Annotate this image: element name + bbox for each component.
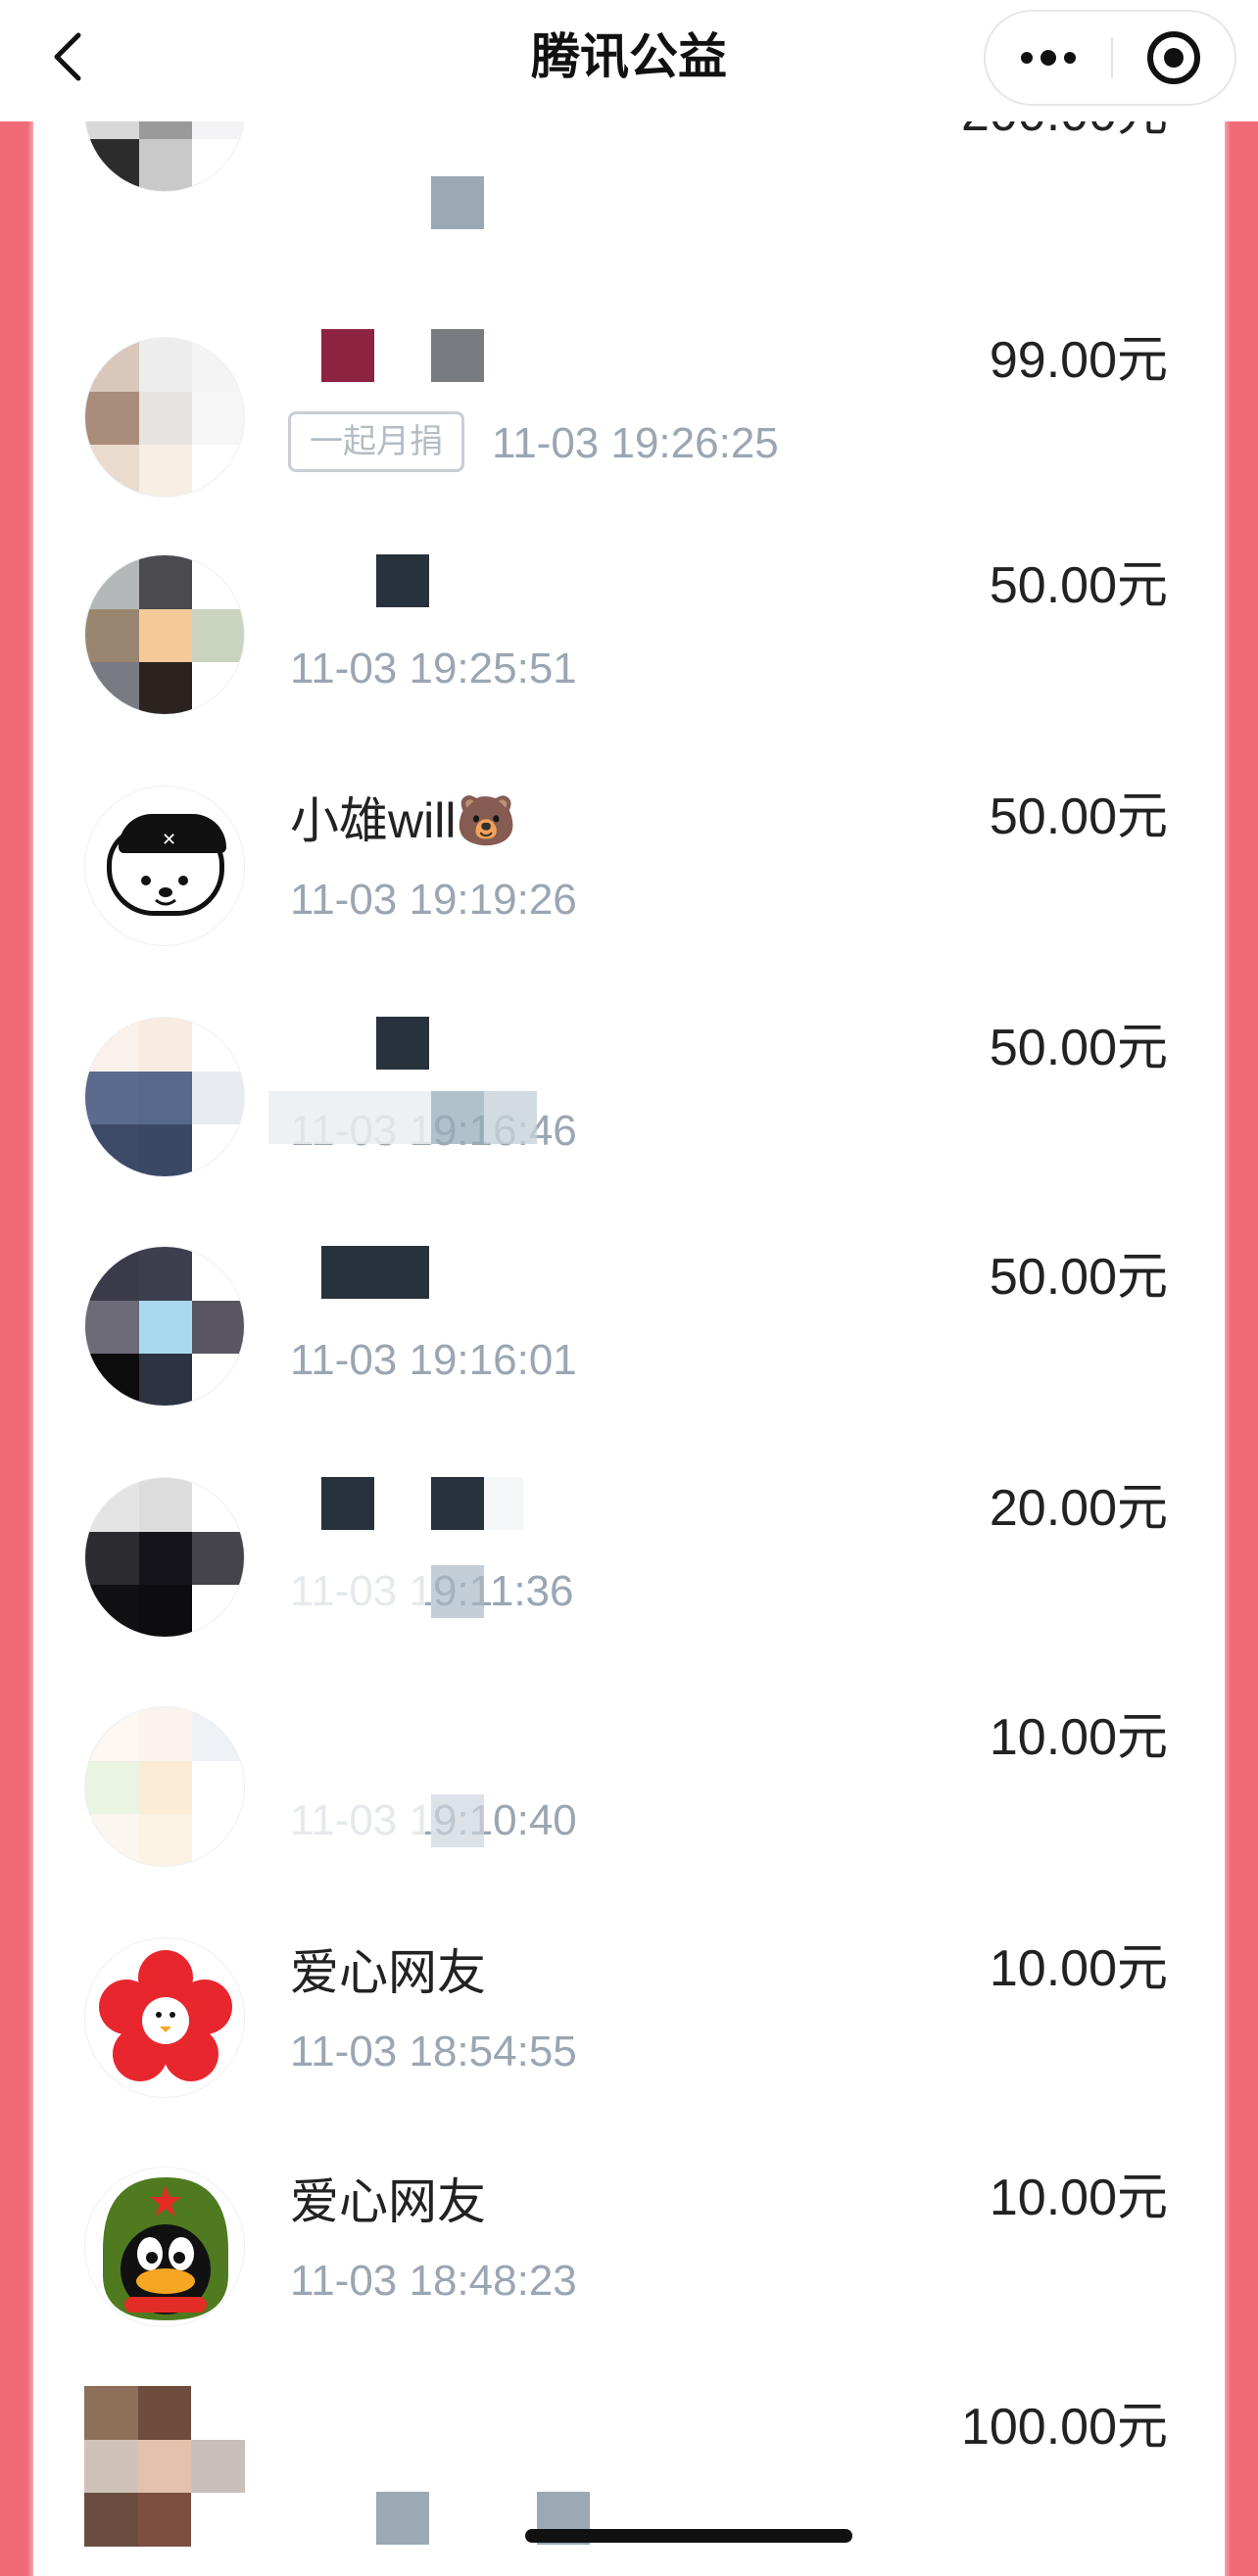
home-indicator[interactable] xyxy=(525,2529,852,2543)
donation-amount: 20.00元 xyxy=(989,1480,1168,1537)
donation-amount: 99.00元 xyxy=(989,332,1168,389)
donor-avatar xyxy=(84,1477,245,1638)
donor-name: 爱心网友 xyxy=(290,2174,486,2229)
donation-amount: 10.00元 xyxy=(989,2170,1168,2226)
donation-row[interactable]: 11-03 19:16:46 50.00元 xyxy=(55,1017,1223,1247)
donor-avatar xyxy=(84,1246,245,1407)
donor-avatar xyxy=(84,1706,245,1867)
donation-row[interactable]: 200.00元 xyxy=(55,31,1223,324)
donation-row[interactable]: 11-03 19:16:01 50.00元 xyxy=(55,1246,1223,1476)
donation-row[interactable]: 爱心网友 11-03 18:48:23 10.00元 xyxy=(55,2167,1223,2397)
donation-time: 11-03 19:25:51 xyxy=(290,644,577,692)
nav-bar: 腾讯公益 xyxy=(0,0,1258,121)
donor-avatar xyxy=(84,2386,245,2547)
donation-row[interactable]: 11-03 19:10:40 10.00元 xyxy=(55,1706,1223,1936)
donation-amount: 50.00元 xyxy=(989,1249,1168,1306)
side-border-left xyxy=(0,121,33,2576)
donation-amount: 50.00元 xyxy=(989,1020,1168,1076)
donation-time: 11-03 18:54:55 xyxy=(290,2027,577,2075)
donation-row[interactable]: 一起月捐 11-03 19:26:25 99.00元 xyxy=(55,329,1223,559)
donor-avatar: ✕ xyxy=(84,786,245,946)
donation-amount: 10.00元 xyxy=(989,1940,1168,1997)
donation-amount: 50.00元 xyxy=(989,557,1168,614)
donation-row[interactable]: 11-03 19:11:36 20.00元 xyxy=(55,1477,1223,1707)
side-border-right xyxy=(1225,121,1258,2576)
monthly-donation-tag: 一起月捐 xyxy=(288,411,464,472)
donor-name: 小雄will🐻 xyxy=(290,793,517,848)
donation-row[interactable]: 100.00元 xyxy=(55,2386,1223,2576)
close-miniprogram-button[interactable] xyxy=(1113,12,1234,104)
donation-amount: 100.00元 xyxy=(960,2399,1168,2456)
donation-row[interactable]: 爱心网友 11-03 18:54:55 10.00元 xyxy=(55,1937,1223,2168)
donation-amount: 50.00元 xyxy=(989,788,1168,845)
red-flower-icon xyxy=(99,1950,232,2081)
donor-avatar xyxy=(84,554,245,715)
donation-amount: 10.00元 xyxy=(989,1709,1168,1766)
donation-row[interactable]: 11-03 19:25:51 50.00元 xyxy=(55,554,1223,785)
donor-avatar xyxy=(84,2167,245,2327)
donor-avatar xyxy=(84,1937,245,2098)
donation-time: 11-03 19:26:25 xyxy=(492,419,779,467)
svg-text:✕: ✕ xyxy=(162,830,176,850)
donor-avatar xyxy=(84,337,245,498)
donor-name: 爱心网友 xyxy=(290,1945,486,2000)
donation-time: 11-03 18:48:23 xyxy=(290,2257,577,2305)
more-button[interactable] xyxy=(986,12,1111,104)
donation-time: 11-03 19:16:01 xyxy=(290,1336,577,1384)
miniprogram-capsule xyxy=(984,10,1236,106)
qq-penguin-icon xyxy=(103,2177,228,2320)
target-circle-icon xyxy=(1147,31,1200,84)
bear-features-icon: ✕ xyxy=(141,830,188,906)
donation-row[interactable]: ✕ 小雄will🐻 11-03 19:19:26 50.00元 xyxy=(55,786,1223,1016)
donation-time: 11-03 19:19:26 xyxy=(290,876,577,924)
donation-list: 200.00元 一起月捐 11-03 19:26:25 99.00元 xyxy=(55,0,1223,2576)
more-dots-icon xyxy=(1021,50,1076,66)
donor-avatar xyxy=(84,1017,245,1177)
